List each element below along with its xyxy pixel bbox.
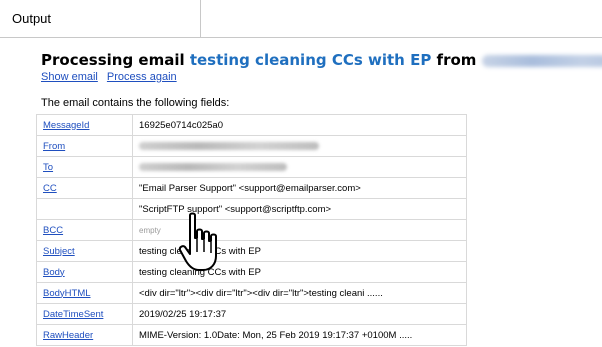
table-row: BodyHTML <div dir="ltr"><div dir="ltr"><… xyxy=(36,282,467,304)
field-key-cc[interactable]: CC xyxy=(43,183,57,194)
field-key-messageid[interactable]: MessageId xyxy=(43,120,89,131)
title-from: from xyxy=(431,51,482,69)
output-panel: Processing email testing cleaning CCs wi… xyxy=(41,50,602,84)
table-row: CC "Email Parser Support" <support@email… xyxy=(36,177,467,199)
fields-intro: The email contains the following fields: xyxy=(41,97,230,109)
blurred-from-value xyxy=(139,141,319,150)
field-value-messageid: 16925e0714c025a0 xyxy=(132,114,467,136)
field-key-cell: To xyxy=(36,156,133,178)
table-row: To xyxy=(36,156,467,178)
field-key-to[interactable]: To xyxy=(43,162,53,173)
field-key-cell: Subject xyxy=(36,240,133,262)
tab-output[interactable]: Output xyxy=(0,0,201,37)
field-key-subject[interactable]: Subject xyxy=(43,246,75,257)
field-key-body[interactable]: Body xyxy=(43,267,65,278)
field-key-cell: DateTimeSent xyxy=(36,303,133,325)
field-key-cell: From xyxy=(36,135,133,157)
field-key-cell: RawHeader xyxy=(36,324,133,346)
field-key-cell: Body xyxy=(36,261,133,283)
table-row: Body testing cleaning CCs with EP xyxy=(36,261,467,283)
action-links: Show email Process again xyxy=(41,70,601,84)
fields-table: MessageId 16925e0714c025a0 From To CC "E… xyxy=(36,114,467,346)
email-subject: testing cleaning CCs with EP xyxy=(189,51,432,69)
field-value-from xyxy=(132,135,467,157)
field-value-to xyxy=(132,156,467,178)
show-email-link[interactable]: Show email xyxy=(41,71,98,83)
field-value-subject: testing cleaning CCs with EP xyxy=(132,240,467,262)
page-title: Processing email testing cleaning CCs wi… xyxy=(41,50,602,70)
field-key-cell: BodyHTML xyxy=(36,282,133,304)
field-key-bcc[interactable]: BCC xyxy=(43,225,63,236)
field-key-cell: CC xyxy=(36,177,133,199)
field-key-rawheader[interactable]: RawHeader xyxy=(43,330,93,341)
field-value-datetimesent: 2019/02/25 19:17:37 xyxy=(132,303,467,325)
field-key-cell: BCC xyxy=(36,219,133,241)
title-prefix: Processing email xyxy=(41,51,190,69)
table-row: BCC empty xyxy=(36,219,467,241)
table-row: RawHeader MIME-Version: 1.0Date: Mon, 25… xyxy=(36,324,467,346)
field-key-from[interactable]: From xyxy=(43,141,65,152)
empty-label: empty xyxy=(139,225,161,235)
field-value-cc-2: "ScriptFTP support" <support@scriptftp.c… xyxy=(132,198,467,220)
table-row: "ScriptFTP support" <support@scriptftp.c… xyxy=(36,198,467,220)
field-value-cc: "Email Parser Support" <support@emailpar… xyxy=(132,177,467,199)
field-key-datetimesent[interactable]: DateTimeSent xyxy=(43,309,103,320)
field-value-body: testing cleaning CCs with EP xyxy=(132,261,467,283)
table-row: MessageId 16925e0714c025a0 xyxy=(36,114,467,136)
table-row: Subject testing cleaning CCs with EP xyxy=(36,240,467,262)
field-value-rawheader: MIME-Version: 1.0Date: Mon, 25 Feb 2019 … xyxy=(132,324,467,346)
field-key-cell: MessageId xyxy=(36,114,133,136)
field-key-bodyhtml[interactable]: BodyHTML xyxy=(43,288,91,299)
process-again-link[interactable]: Process again xyxy=(107,71,177,83)
blurred-sender-address xyxy=(481,54,602,67)
tab-strip: Output xyxy=(0,0,602,38)
table-row: DateTimeSent 2019/02/25 19:17:37 xyxy=(36,303,467,325)
blurred-to-value xyxy=(139,162,287,171)
field-value-bcc: empty xyxy=(132,219,467,241)
field-value-bodyhtml: <div dir="ltr"><div dir="ltr"><div dir="… xyxy=(132,282,467,304)
field-key-cell-empty xyxy=(36,198,133,220)
table-row: From xyxy=(36,135,467,157)
